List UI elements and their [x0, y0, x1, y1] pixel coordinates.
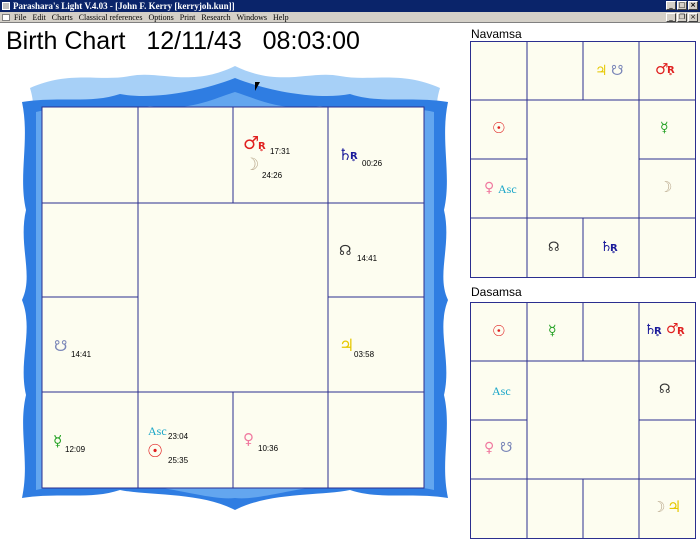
saturn-retrograde-icon: R̥	[350, 151, 358, 162]
navamsa-ascendant-label: Asc	[498, 182, 517, 196]
jupiter-degree: 03:58	[354, 350, 375, 359]
dasamsa-title: Dasamsa	[471, 285, 522, 299]
dasamsa-moon-icon: ☽	[652, 498, 666, 516]
dasamsa-mercury-icon: ☿	[548, 323, 557, 339]
document-window-controls: _ ❐ ×	[666, 13, 698, 22]
close-button[interactable]: ×	[688, 1, 698, 10]
mercury-icon: ☿	[53, 432, 63, 450]
venus-icon: ♀	[243, 430, 254, 448]
mercury-degree: 12:09	[65, 445, 86, 454]
jupiter-icon: ♃	[339, 336, 355, 356]
rahu-icon: ☊	[339, 243, 352, 259]
dasamsa-rahu-icon: ☊	[659, 382, 671, 397]
ascendant-degree: 23:04	[168, 432, 189, 441]
dasamsa-venus-icon: ♀	[484, 440, 495, 456]
navamsa-rahu-icon: ☊	[548, 240, 560, 255]
birth-chart-frame	[22, 66, 448, 510]
saturn-degree: 00:26	[362, 159, 383, 168]
navamsa-mars-retrograde-icon: R̥	[667, 65, 675, 76]
navamsa-title: Navamsa	[471, 27, 522, 41]
ascendant-label: Asc	[148, 424, 167, 438]
navamsa-ketu-icon: ☋	[611, 63, 624, 79]
maximize-button[interactable]: □	[677, 1, 687, 10]
ketu-degree: 14:41	[71, 350, 92, 359]
dasamsa-ketu-icon: ☋	[500, 440, 513, 456]
moon-icon: ☽	[244, 155, 260, 175]
dasamsa-mars-retrograde-icon: R̥	[677, 326, 685, 337]
navamsa-moon-icon: ☽	[659, 178, 673, 196]
navamsa-venus-icon: ♀	[484, 180, 495, 196]
mars-degree: 17:31	[270, 147, 291, 156]
rahu-degree: 14:41	[357, 254, 378, 263]
dasamsa-saturn-retrograde-icon: R̥	[654, 326, 662, 337]
mars-retrograde-icon: R̥	[258, 141, 266, 152]
venus-degree: 10:36	[258, 444, 279, 453]
document-minimize-button[interactable]: _	[666, 13, 676, 22]
dasamsa-sun-icon: ☉	[492, 322, 506, 340]
navamsa-sun-icon: ☉	[492, 119, 506, 137]
minimize-button[interactable]: _	[666, 1, 676, 10]
navamsa-jupiter-icon: ♃	[595, 63, 608, 79]
ketu-icon: ☋	[54, 337, 68, 355]
document-close-button[interactable]: ×	[688, 13, 698, 22]
window-controls: _ □ ×	[666, 1, 698, 10]
dasamsa-jupiter-icon: ♃	[667, 497, 682, 516]
dasamsa-ascendant-label: Asc	[492, 384, 511, 398]
navamsa-mercury-icon: ☿	[660, 120, 669, 136]
document-restore-button[interactable]: ❐	[677, 13, 687, 22]
navamsa-saturn-retrograde-icon: R̥	[610, 243, 618, 254]
moon-degree: 24:26	[262, 171, 283, 180]
sun-icon: ☉	[147, 441, 164, 462]
mouse-cursor	[255, 82, 260, 91]
mars-icon: ♂	[243, 133, 260, 154]
sun-degree: 25:35	[168, 456, 189, 465]
